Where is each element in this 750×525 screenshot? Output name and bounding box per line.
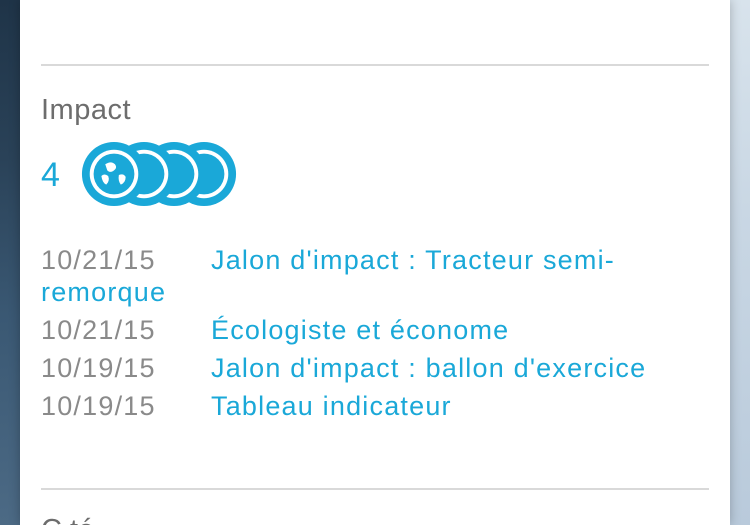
event-date: 10/19/15 [41,353,156,383]
impact-card: Impact 4 10/21/15 Jalon d'impact: Tract… [20,0,730,525]
impact-count: 4 [41,156,60,194]
list-item[interactable]: 10/19/15 Jalon d'impact : ballon d'exerci… [41,352,711,384]
next-section-title: C té [41,512,94,525]
impact-events-list: 10/21/15 Jalon d'impact : Tracteur semi-r… [41,244,711,428]
section-title: Impact [41,94,132,126]
event-date: 10/19/15 [41,391,156,421]
divider [41,64,709,66]
divider [41,488,709,490]
background-edge [728,0,750,525]
event-title-link[interactable]: Jalon d'impact : ballon d'exercice [211,353,646,383]
event-date: 10/21/15 [41,315,156,345]
event-title-link[interactable]: Écologiste et économe [211,315,509,345]
event-date: 10/21/15 [41,245,156,275]
impact-badges[interactable] [70,140,240,210]
list-item[interactable]: 10/21/15 Jalon d'impact : Tracteur semi-r… [41,244,711,308]
list-item[interactable]: 10/21/15 Écologiste et économe [41,314,711,346]
list-item[interactable]: 10/19/15 Tableau indicateur [41,390,711,422]
globe-icon [81,141,147,207]
event-title-link[interactable]: Tableau indicateur [211,391,452,421]
